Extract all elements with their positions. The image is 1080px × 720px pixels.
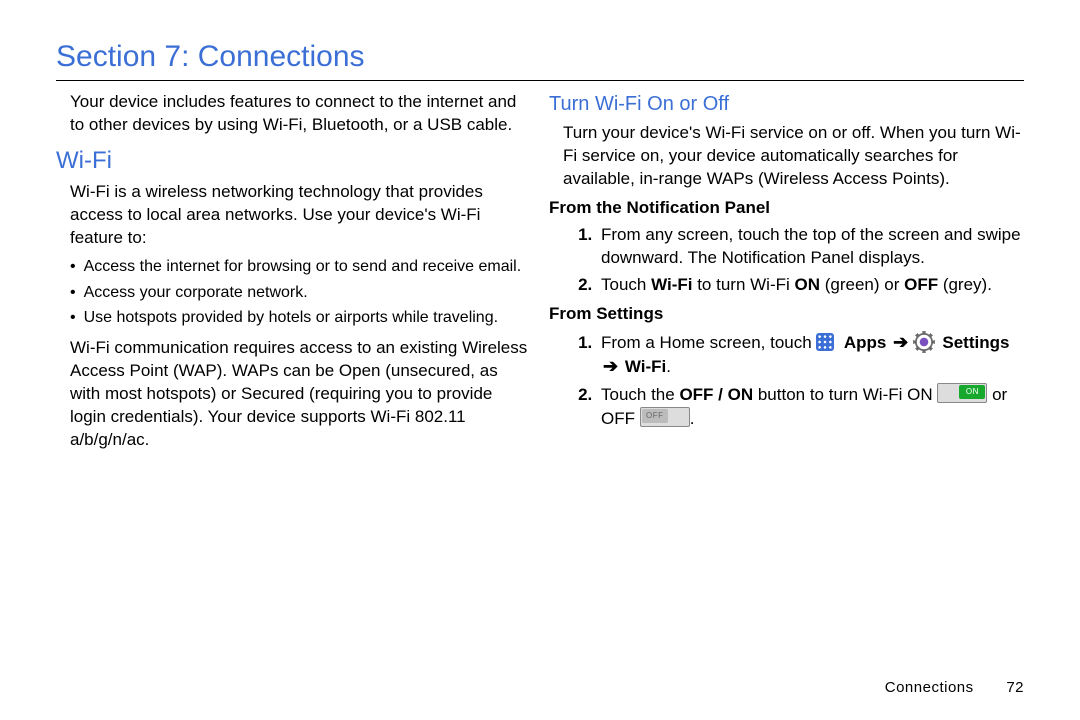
turn-wifi-intro: Turn your device's Wi-Fi service on or o… (563, 122, 1024, 191)
list-item: Access your corporate network. (70, 282, 531, 304)
list-item: Touch Wi-Fi to turn Wi-Fi ON (green) or … (597, 274, 1024, 297)
bold-text: Settings (942, 333, 1009, 352)
left-column: Your device includes features to connect… (56, 91, 531, 458)
step-text: Touch (601, 275, 651, 294)
right-column: Turn Wi-Fi On or Off Turn your device's … (549, 91, 1024, 458)
two-column-layout: Your device includes features to connect… (56, 91, 1024, 458)
divider (56, 80, 1024, 81)
intro-text: Your device includes features to connect… (70, 91, 531, 137)
bold-text: Wi-Fi (625, 357, 666, 376)
bold-text: Wi-Fi (651, 275, 692, 294)
step-text: to turn Wi-Fi (692, 275, 794, 294)
wifi-heading: Wi-Fi (56, 145, 531, 177)
arrow-icon: ➔ (893, 332, 908, 352)
list-item: Access the internet for browsing or to s… (70, 256, 531, 278)
step-text: (grey). (938, 275, 992, 294)
step-text: From a Home screen, touch (601, 333, 816, 352)
bold-text: OFF (904, 275, 938, 294)
wifi-bullet-list: Access the internet for browsing or to s… (56, 256, 531, 329)
bold-text: OFF / ON (679, 385, 753, 404)
bold-text: ON (795, 275, 821, 294)
wifi-intro-text: Wi-Fi is a wireless networking technolog… (70, 181, 531, 250)
step-text: Touch the (601, 385, 679, 404)
footer-chapter: Connections (885, 679, 974, 696)
page-container: Section 7: Connections Your device inclu… (0, 0, 1080, 720)
section-title: Section 7: Connections (56, 40, 1024, 74)
wifi-explanation: Wi-Fi communication requires access to a… (70, 337, 531, 452)
list-item: From a Home screen, touch Apps ➔ Setting… (597, 330, 1024, 380)
list-item: Use hotspots provided by hotels or airpo… (70, 307, 531, 329)
toggle-on-icon: ON (937, 383, 987, 403)
footer: Connections 72 (885, 679, 1024, 696)
subheading-from-settings: From Settings (549, 303, 1024, 326)
bold-text: Apps (844, 333, 887, 352)
list-item: From any screen, touch the top of the sc… (597, 224, 1024, 270)
notification-steps: From any screen, touch the top of the sc… (549, 224, 1024, 297)
toggle-off-label: OFF (642, 409, 668, 423)
toggle-on-label: ON (959, 385, 985, 399)
step-text: (green) or (820, 275, 904, 294)
arrow-icon: ➔ (603, 356, 618, 376)
toggle-off-icon: OFF (640, 407, 690, 427)
step-text: . (690, 409, 695, 428)
turn-wifi-heading: Turn Wi-Fi On or Off (549, 91, 1024, 118)
settings-steps: From a Home screen, touch Apps ➔ Setting… (549, 330, 1024, 432)
page-number: 72 (1006, 679, 1024, 696)
apps-icon (816, 333, 834, 351)
subheading-notification-panel: From the Notification Panel (549, 197, 1024, 220)
step-text: button to turn Wi-Fi ON (753, 385, 937, 404)
list-item: Touch the OFF / ON button to turn Wi-Fi … (597, 383, 1024, 431)
settings-icon (915, 333, 933, 351)
